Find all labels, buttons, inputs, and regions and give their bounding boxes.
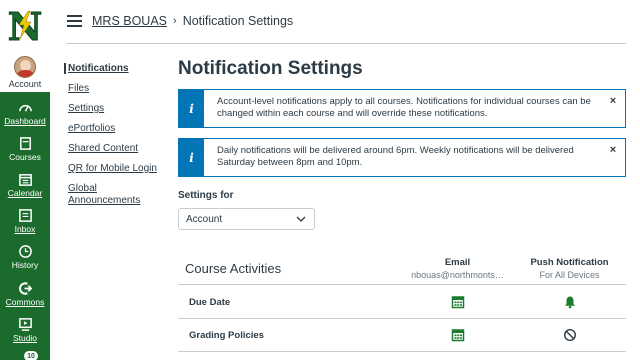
breadcrumb-course-link[interactable]: MRS BOUAS [92,14,167,28]
nav-history[interactable]: History [0,240,50,276]
push-column-header: Push Notification For All Devices [522,257,617,280]
nav-settings[interactable]: Settings [64,103,164,114]
avatar [14,56,36,78]
nav-label: Courses [9,152,41,162]
nav-inbox[interactable]: Inbox [0,204,50,240]
table-row: Due Date [178,286,626,319]
bell-icon[interactable] [563,295,577,309]
nav-label: Inbox [14,224,36,234]
settings-for-select[interactable]: Account [178,208,315,230]
nav-eportfolios[interactable]: ePortfolios [64,123,164,134]
breadcrumb-separator: › [173,15,177,27]
inbox-icon [18,209,32,222]
email-column-header: Email nbouas@northmonts… [410,257,505,280]
table-header: Course Activities Email nbouas@northmont… [178,250,626,285]
nav-courses[interactable]: Courses [0,132,50,168]
breadcrumb: MRS BOUAS › Notification Settings [92,14,293,28]
activity-name: Due Date [189,297,231,308]
close-icon[interactable]: × [601,139,625,176]
global-nav: N Account Dashboard Courses Calendar Inb… [0,0,50,360]
nav-label: Studio [12,333,38,343]
info-alert: i Daily notifications will be delivered … [178,138,626,177]
nav-label: Commons [5,297,45,307]
nav-qr-mobile-login[interactable]: QR for Mobile Login [64,163,164,174]
nav-label: Dashboard [4,116,46,126]
menu-toggle-button[interactable] [67,15,82,27]
school-logo[interactable]: N [0,0,50,50]
daily-calendar-icon[interactable] [451,295,465,309]
section-title: Course Activities [185,261,282,276]
nav-label: Calendar [7,188,43,198]
dashboard-icon [18,104,32,112]
nav-commons[interactable]: Commons [0,277,50,313]
activity-name: Grading Policies [189,330,264,341]
account-nav-item[interactable]: Account [0,50,50,92]
settings-for-value: Account [186,213,223,225]
nav-global-announcements[interactable]: Global Announcements [64,183,144,207]
breadcrumb-current-page: Notification Settings [182,14,294,28]
nav-notifications[interactable]: Notifications [64,63,164,74]
user-settings-nav: Notifications Files Settings ePortfolios… [64,60,164,207]
nav-label: History [11,260,39,270]
commons-icon [18,282,32,295]
push-subheader: For All Devices [539,270,600,280]
nav-calendar[interactable]: Calendar [0,168,50,204]
notification-count-badge: 10 [23,350,39,360]
email-header: Email [444,257,471,268]
push-header: Push Notification [530,257,609,268]
close-icon[interactable]: × [601,90,625,127]
email-address: nbouas@northmonts… [411,270,504,280]
page-title: Notification Settings [178,58,363,79]
info-icon: i [179,90,204,127]
nav-studio[interactable]: Studio [0,313,50,349]
account-label: Account [8,79,42,89]
history-icon [18,245,32,258]
logo-icon: N [7,4,43,48]
nav-shared-content[interactable]: Shared Content [64,143,164,154]
nav-dashboard[interactable]: Dashboard [0,96,50,132]
daily-calendar-icon[interactable] [451,328,465,342]
info-alert: i Account-level notifications apply to a… [178,89,626,128]
notifications-off-icon[interactable] [563,328,577,342]
studio-icon [18,318,32,331]
chevron-down-icon [296,216,306,222]
table-row: Grading Policies [178,319,626,352]
courses-icon [19,137,31,150]
info-icon: i [179,139,204,176]
header-divider [66,43,626,44]
calendar-icon [18,174,32,186]
alert-message: Daily notifications will be delivered ar… [217,145,574,168]
alert-message: Account-level notifications apply to all… [217,96,591,119]
settings-for-label: Settings for [178,190,234,201]
nav-files[interactable]: Files [64,83,164,94]
